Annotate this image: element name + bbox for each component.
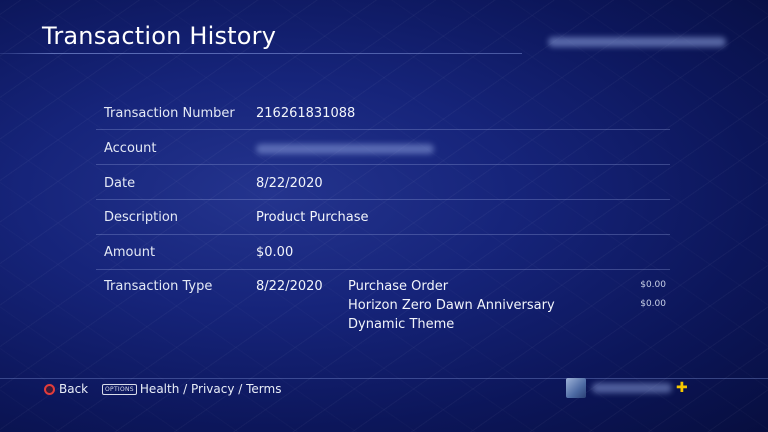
options-button-icon: OPTIONS bbox=[102, 383, 137, 395]
amount-value: $0.00 bbox=[256, 245, 294, 260]
line-item-price: $0.00 bbox=[640, 299, 666, 309]
date-label: Date bbox=[104, 176, 136, 191]
date-value: 8/22/2020 bbox=[256, 176, 323, 191]
circle-button-icon bbox=[44, 383, 55, 395]
avatar bbox=[566, 378, 586, 398]
online-id-redacted bbox=[592, 383, 672, 393]
row-transaction-number: Transaction Number 216261831088 bbox=[96, 103, 670, 130]
transaction-type-date: 8/22/2020 bbox=[256, 279, 323, 294]
back-label: Back bbox=[59, 382, 89, 396]
row-account: Account bbox=[96, 130, 670, 165]
health-privacy-terms-button[interactable]: OPTIONS Health / Privacy / Terms bbox=[102, 382, 281, 396]
page-title: Transaction History bbox=[42, 22, 277, 50]
transaction-number-label: Transaction Number bbox=[104, 106, 235, 121]
row-date: Date 8/22/2020 bbox=[96, 165, 670, 200]
line-item-price: $0.00 bbox=[640, 280, 666, 290]
title-divider bbox=[0, 53, 522, 54]
line-item-name: Dynamic Theme bbox=[348, 317, 455, 332]
transaction-type-label: Transaction Type bbox=[104, 279, 213, 294]
row-description: Description Product Purchase bbox=[96, 200, 670, 235]
line-item-name: Purchase Order bbox=[348, 279, 449, 294]
account-value-redacted bbox=[256, 144, 434, 154]
row-transaction-type: Transaction Type 8/22/2020 Purchase Orde… bbox=[96, 270, 670, 340]
account-label: Account bbox=[104, 141, 157, 156]
amount-label: Amount bbox=[104, 245, 156, 260]
row-amount: Amount $0.00 bbox=[96, 235, 670, 270]
back-button[interactable]: Back bbox=[44, 382, 88, 396]
description-label: Description bbox=[104, 210, 179, 225]
description-value: Product Purchase bbox=[256, 210, 369, 225]
user-profile: ✚ bbox=[566, 378, 688, 398]
ps-plus-icon: ✚ bbox=[676, 380, 688, 396]
transaction-number-value: 216261831088 bbox=[256, 106, 356, 121]
signed-in-user-redacted bbox=[548, 37, 726, 47]
line-item-name: Horizon Zero Dawn Anniversary bbox=[348, 298, 555, 313]
health-privacy-terms-label: Health / Privacy / Terms bbox=[139, 382, 282, 396]
